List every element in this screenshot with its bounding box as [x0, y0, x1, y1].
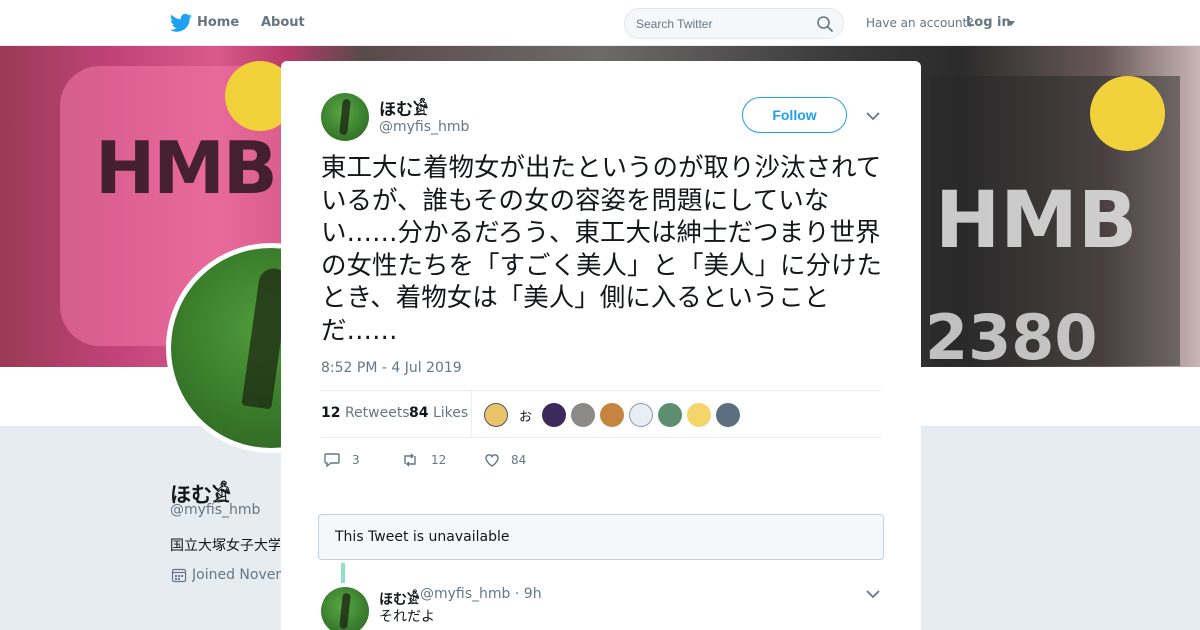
- retweets-label: Retweets: [344, 405, 410, 421]
- likes-label: Likes: [432, 405, 469, 421]
- account-prompt: Have an account?: [866, 16, 974, 30]
- chevron-down-icon[interactable]: [866, 112, 880, 121]
- liker-avatar[interactable]: [571, 403, 595, 427]
- banner-logo-graphic: HMB: [935, 176, 1138, 266]
- calendar-icon: [171, 568, 187, 583]
- chevron-down-icon[interactable]: [866, 590, 880, 599]
- nav-about-link[interactable]: About: [261, 15, 305, 30]
- stats-divider: [471, 391, 472, 438]
- reply-count: 3: [352, 453, 360, 467]
- profile-handle: @myfis_hmb: [170, 502, 261, 518]
- retweet-count: 12: [431, 453, 447, 467]
- caret-down-icon[interactable]: [1007, 21, 1015, 26]
- banner-logo-graphic: 2380: [925, 301, 1098, 367]
- liker-avatar[interactable]: [600, 403, 624, 427]
- likes-stat[interactable]: 84 Likes: [409, 405, 468, 421]
- liker-avatar[interactable]: [687, 403, 711, 427]
- tweet-timestamp[interactable]: 8:52 PM - 4 Jul 2019: [321, 360, 462, 376]
- reply-text: それだよ: [379, 609, 435, 625]
- reply-author-handle[interactable]: @myfis_hmb · 9h: [420, 586, 542, 602]
- reply-author-avatar[interactable]: [321, 587, 369, 630]
- liker-avatar-text[interactable]: お: [519, 406, 532, 425]
- profile-joined-date: Joined Novem: [192, 567, 281, 583]
- tweet-author-handle[interactable]: @myfis_hmb: [379, 119, 469, 135]
- tweet-author-name[interactable]: ほむ𓀀: [379, 92, 428, 121]
- tweet-author-avatar[interactable]: [321, 93, 369, 141]
- search-input[interactable]: [636, 15, 806, 33]
- like-count: 84: [511, 453, 527, 467]
- liker-avatar[interactable]: [542, 403, 566, 427]
- liker-avatar[interactable]: [629, 403, 653, 427]
- banner-logo-graphic: HMB: [95, 126, 278, 210]
- close-icon[interactable]: [1155, 13, 1177, 35]
- retweets-stat[interactable]: 12 Retweets: [321, 405, 410, 421]
- tweet-actions: 3 12 84: [321, 450, 621, 470]
- top-nav: Home About Have an account? Log in: [0, 0, 1200, 46]
- tweet-stats: 12 Retweets 84 Likes お: [321, 390, 881, 438]
- heart-icon[interactable]: [483, 451, 501, 469]
- liker-avatar[interactable]: [716, 403, 740, 427]
- thread-line: [341, 563, 345, 583]
- tweet-modal: ほむ𓀀 @myfis_hmb Follow 東工大に着物女が出たというのが取り沙…: [281, 61, 921, 630]
- search-box[interactable]: [624, 8, 844, 39]
- retweet-icon[interactable]: [401, 451, 419, 469]
- likes-count: 84: [409, 405, 429, 421]
- nav-home-link[interactable]: Home: [197, 15, 239, 30]
- follow-button[interactable]: Follow: [742, 97, 847, 133]
- banner-badge: [1090, 76, 1165, 151]
- liker-avatar[interactable]: [658, 403, 682, 427]
- reply-icon[interactable]: [323, 451, 341, 469]
- profile-bio: 国立大塚女子大学: [170, 538, 280, 554]
- search-icon[interactable]: [816, 15, 834, 33]
- login-link[interactable]: Log in: [966, 15, 1011, 30]
- liker-avatar[interactable]: [484, 403, 508, 427]
- unavailable-tweet-notice: This Tweet is unavailable: [318, 514, 884, 560]
- tweet-text: 東工大に着物女が出たというのが取り沙汰されているが、誰もその女の容姿を問題にして…: [321, 153, 883, 346]
- twitter-bird-icon[interactable]: [170, 13, 192, 33]
- retweets-count: 12: [321, 405, 341, 421]
